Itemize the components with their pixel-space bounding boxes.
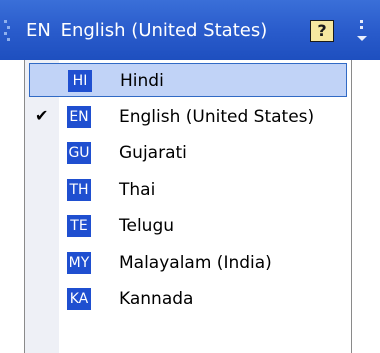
help-icon[interactable]: ? <box>310 20 334 42</box>
menu-item-kannada[interactable]: KA Kannada <box>29 282 347 316</box>
language-abbr-icon: TH <box>67 179 91 201</box>
menu-item-label: Thai <box>119 180 156 200</box>
menu-item-label: Malayalam (India) <box>119 253 272 273</box>
menu-item-english-united-states[interactable]: ✔ EN English (United States) <box>29 100 347 134</box>
menu-item-label: Kannada <box>119 289 194 309</box>
menu-item-label: Telugu <box>119 216 175 236</box>
menu-item-hindi[interactable]: HI Hindi <box>29 63 347 97</box>
grip-icon[interactable] <box>4 20 10 44</box>
language-abbr-icon: HI <box>68 70 92 92</box>
options-arrow-icon[interactable] <box>356 18 368 46</box>
language-abbr-icon: GU <box>67 142 91 164</box>
language-abbr-icon: TE <box>67 215 91 237</box>
language-menu: HI Hindi ✔ EN English (United States) GU Gujar… <box>24 60 352 353</box>
menu-item-gujarati[interactable]: GU Gujarati <box>29 136 347 170</box>
menu-item-malayalam-india[interactable]: MY Malayalam (India) <box>29 246 347 280</box>
language-abbr-icon: EN <box>67 106 91 128</box>
menu-item-telugu[interactable]: TE Telugu <box>29 209 347 243</box>
language-abbr-icon: KA <box>67 288 91 310</box>
checkmark-icon: ✔ <box>35 106 49 125</box>
current-language-abbr: EN <box>26 20 51 41</box>
menu-item-thai[interactable]: TH Thai <box>29 173 347 207</box>
language-abbr-icon: MY <box>67 252 91 274</box>
input-language-button[interactable]: EN English (United States) <box>26 14 267 48</box>
language-bar-window: EN English (United States) ? HI Hindi ✔ EN E… <box>0 0 380 353</box>
current-language-name: English (United States) <box>60 20 268 41</box>
menu-item-label: Gujarati <box>119 143 187 163</box>
menu-item-label: English (United States) <box>119 107 315 127</box>
menu-item-label: Hindi <box>120 71 164 91</box>
language-bar: EN English (United States) ? <box>0 0 380 60</box>
